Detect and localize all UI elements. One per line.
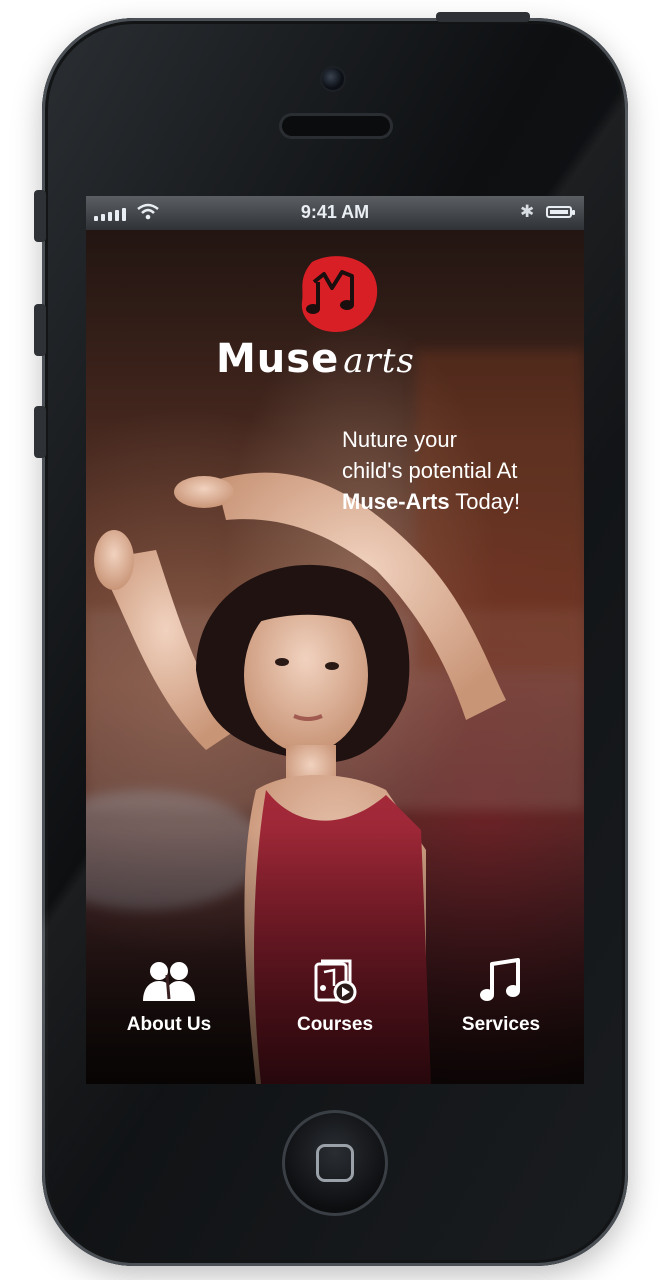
users-icon [143,962,195,1001]
bluetooth-icon: ✱ [520,202,535,221]
bottom-nav: About Us Courses Services [86,956,584,1076]
home-button-icon [316,1144,354,1182]
volume-down-button [34,406,46,458]
front-camera [322,68,344,90]
earpiece-speaker [282,116,390,136]
tagline-line-2: child's potential At [342,458,518,483]
music-video-icon [314,959,357,1004]
app-screen: 9:41 AM ✱ Muse arts Nuture your child's … [86,196,584,1084]
nav-about-us-label: About Us [126,1014,212,1035]
mute-switch [34,190,46,242]
status-bar: 9:41 AM ✱ [86,196,584,230]
tagline-brand: Muse-Arts [342,489,450,514]
battery-icon [546,206,575,218]
power-button [436,12,530,22]
music-note-icon [480,958,520,1001]
nav-services[interactable]: Services [426,956,576,1076]
nav-courses-label: Courses [296,1014,374,1035]
logo-word-muse: Muse [216,336,340,382]
status-time: 9:41 AM [300,202,370,222]
nav-about-us[interactable]: About Us [94,956,244,1076]
musearts-logo-icon [301,256,378,332]
nav-services-label: Services [461,1014,541,1035]
tagline-end: Today! [449,489,521,514]
tagline-line-1: Nuture your [342,427,457,452]
logo-wordmark: Muse arts [216,336,456,382]
volume-up-button [34,304,46,356]
logo-word-arts: arts [343,341,415,381]
nav-courses[interactable]: Courses [260,956,410,1076]
tagline-line-3: Muse-Arts Today! [342,486,562,517]
hero-tagline: Nuture your child's potential At Muse-Ar… [342,424,562,517]
